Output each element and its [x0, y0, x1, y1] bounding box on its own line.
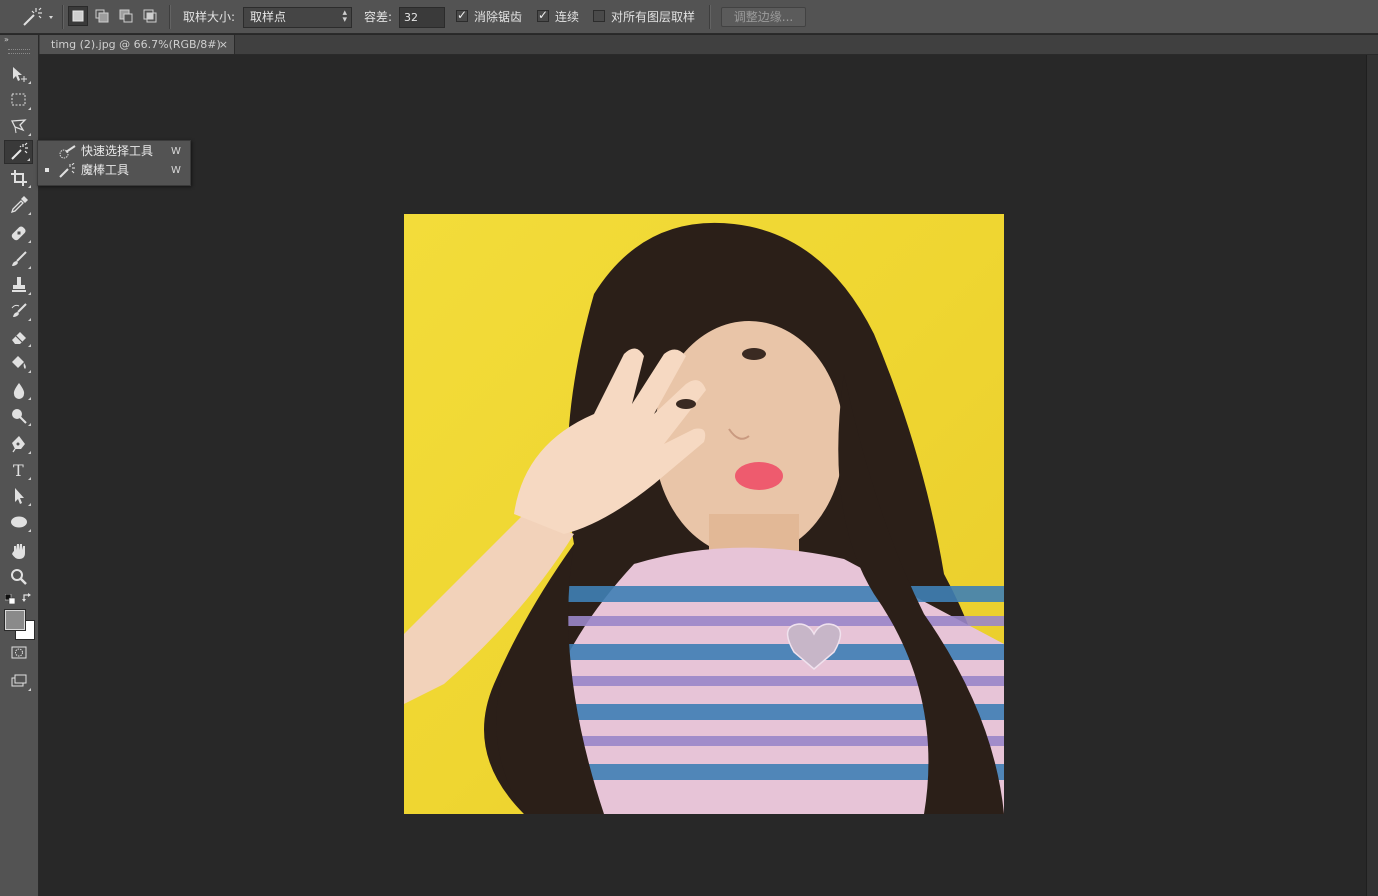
- panel-grip[interactable]: [8, 49, 30, 54]
- vertical-scrollbar[interactable]: [1366, 55, 1378, 896]
- marquee-tool[interactable]: [4, 88, 33, 112]
- tolerance-input[interactable]: 32: [399, 7, 445, 28]
- lasso-icon: [10, 119, 27, 134]
- zoom-tool[interactable]: [4, 565, 33, 589]
- paint-bucket-tool[interactable]: [4, 351, 33, 375]
- blur-icon: [13, 383, 24, 399]
- eraser-icon: [11, 332, 26, 344]
- flyout-item-shortcut: W: [171, 146, 181, 157]
- magic-wand-icon: [10, 142, 28, 160]
- add-to-selection-button[interactable]: [92, 6, 112, 26]
- hand-icon: [11, 544, 25, 559]
- options-bar: 取样大小: 取样点 ▴▾ 容差: 32 消除锯齿 连续 对所有图层取样 调整边缘…: [0, 0, 1378, 34]
- select-arrows-icon: ▴ ▾: [342, 8, 347, 25]
- pen-tool[interactable]: [4, 432, 33, 456]
- dodge-tool[interactable]: [4, 404, 33, 428]
- anti-alias-checkbox[interactable]: [456, 8, 468, 22]
- tolerance-label: 容差:: [364, 10, 393, 24]
- separator: [62, 5, 64, 29]
- selected-bullet: [45, 168, 49, 172]
- flyout-item-label: 魔棒工具: [81, 163, 130, 177]
- brush-icon: [11, 251, 27, 266]
- sample-all-layers-checkbox[interactable]: [593, 10, 605, 22]
- anti-alias-label: 消除锯齿: [474, 10, 523, 24]
- type-tool[interactable]: T: [4, 458, 33, 482]
- add-selection-icon: [95, 9, 109, 23]
- paint-bucket-icon: [11, 356, 26, 369]
- subtract-selection-button[interactable]: [116, 6, 136, 26]
- svg-text:T: T: [13, 461, 24, 480]
- sample-size-label: 取样大小:: [183, 10, 236, 24]
- document-tab-strip: timg (2).jpg @ 66.7%(RGB/8#) ×: [39, 35, 1378, 55]
- document-image[interactable]: [404, 214, 1004, 814]
- selection-tool-flyout: 快速选择工具 W 魔棒工具 W: [37, 140, 191, 186]
- contiguous-label: 连续: [555, 10, 580, 24]
- ellipse-tool[interactable]: [4, 510, 33, 534]
- eraser-tool[interactable]: [4, 325, 33, 349]
- crop-icon: [10, 170, 27, 186]
- tool-preset-picker[interactable]: [18, 6, 58, 28]
- close-icon[interactable]: ×: [219, 35, 228, 54]
- swap-colors-icon: [22, 593, 31, 602]
- chevron-down-icon: [49, 16, 53, 19]
- ellipse-icon: [10, 516, 27, 528]
- default-colors-button[interactable]: [4, 593, 16, 605]
- eyedropper-icon: [10, 196, 28, 214]
- move-icon: [12, 67, 27, 82]
- healing-brush-tool[interactable]: [4, 221, 33, 245]
- move-tool[interactable]: [4, 62, 33, 86]
- panel-collapse-arrows[interactable]: »: [4, 36, 9, 44]
- flyout-item-shortcut: W: [171, 165, 181, 176]
- lasso-tool[interactable]: [4, 114, 33, 138]
- portrait-photo-illustration: [404, 214, 1004, 814]
- magic-wand-icon: [58, 162, 76, 185]
- clone-stamp-tool[interactable]: [4, 273, 33, 297]
- new-selection-button[interactable]: [68, 6, 88, 26]
- blur-tool[interactable]: [4, 378, 33, 402]
- path-selection-tool[interactable]: [4, 484, 33, 508]
- hand-tool[interactable]: [4, 539, 33, 563]
- path-selection-icon: [14, 488, 24, 504]
- swap-colors-button[interactable]: [22, 592, 33, 603]
- history-brush-tool[interactable]: [4, 299, 33, 323]
- clone-stamp-icon: [11, 277, 26, 292]
- quick-mask-button[interactable]: [4, 641, 33, 665]
- healing-brush-icon: [11, 226, 26, 241]
- sample-size-select[interactable]: 取样点 ▴ ▾: [243, 7, 352, 28]
- dodge-icon: [11, 409, 27, 424]
- magic-wand-tool[interactable]: [4, 140, 33, 164]
- foreground-color-swatch[interactable]: [4, 609, 26, 631]
- tools-panel: » T: [0, 35, 39, 896]
- brush-tool[interactable]: [4, 247, 33, 271]
- marquee-icon: [11, 93, 25, 106]
- separator: [709, 5, 711, 29]
- subtract-selection-icon: [119, 9, 133, 23]
- default-colors-icon: [4, 593, 16, 605]
- history-brush-icon: [11, 303, 27, 317]
- refine-edge-button[interactable]: 调整边缘...: [721, 7, 806, 27]
- sample-size-value: 取样点: [250, 10, 287, 24]
- document-tab-title: timg (2).jpg @ 66.7%(RGB/8#): [51, 38, 221, 51]
- flyout-item-quick-selection[interactable]: 快速选择工具 W: [38, 142, 188, 161]
- separator: [169, 5, 171, 29]
- crop-tool[interactable]: [4, 166, 33, 190]
- document-tab[interactable]: timg (2).jpg @ 66.7%(RGB/8#) ×: [40, 35, 235, 54]
- tolerance-value: 32: [404, 11, 418, 24]
- screen-mode-button[interactable]: [4, 669, 33, 693]
- intersect-selection-button[interactable]: [140, 6, 160, 26]
- type-icon: T: [13, 461, 24, 480]
- new-selection-icon: [72, 10, 84, 22]
- zoom-icon: [10, 569, 27, 585]
- quick-mask-icon: [11, 646, 26, 659]
- screen-mode-icon: [11, 674, 26, 687]
- sample-all-layers-label: 对所有图层取样: [611, 10, 696, 24]
- eyedropper-tool[interactable]: [4, 193, 33, 217]
- contiguous-checkbox[interactable]: [537, 8, 549, 22]
- flyout-item-label: 快速选择工具: [81, 144, 154, 158]
- flyout-item-magic-wand[interactable]: 魔棒工具 W: [38, 161, 188, 180]
- intersect-selection-icon: [143, 9, 157, 23]
- magic-wand-icon: [23, 7, 53, 26]
- pen-icon: [11, 436, 25, 453]
